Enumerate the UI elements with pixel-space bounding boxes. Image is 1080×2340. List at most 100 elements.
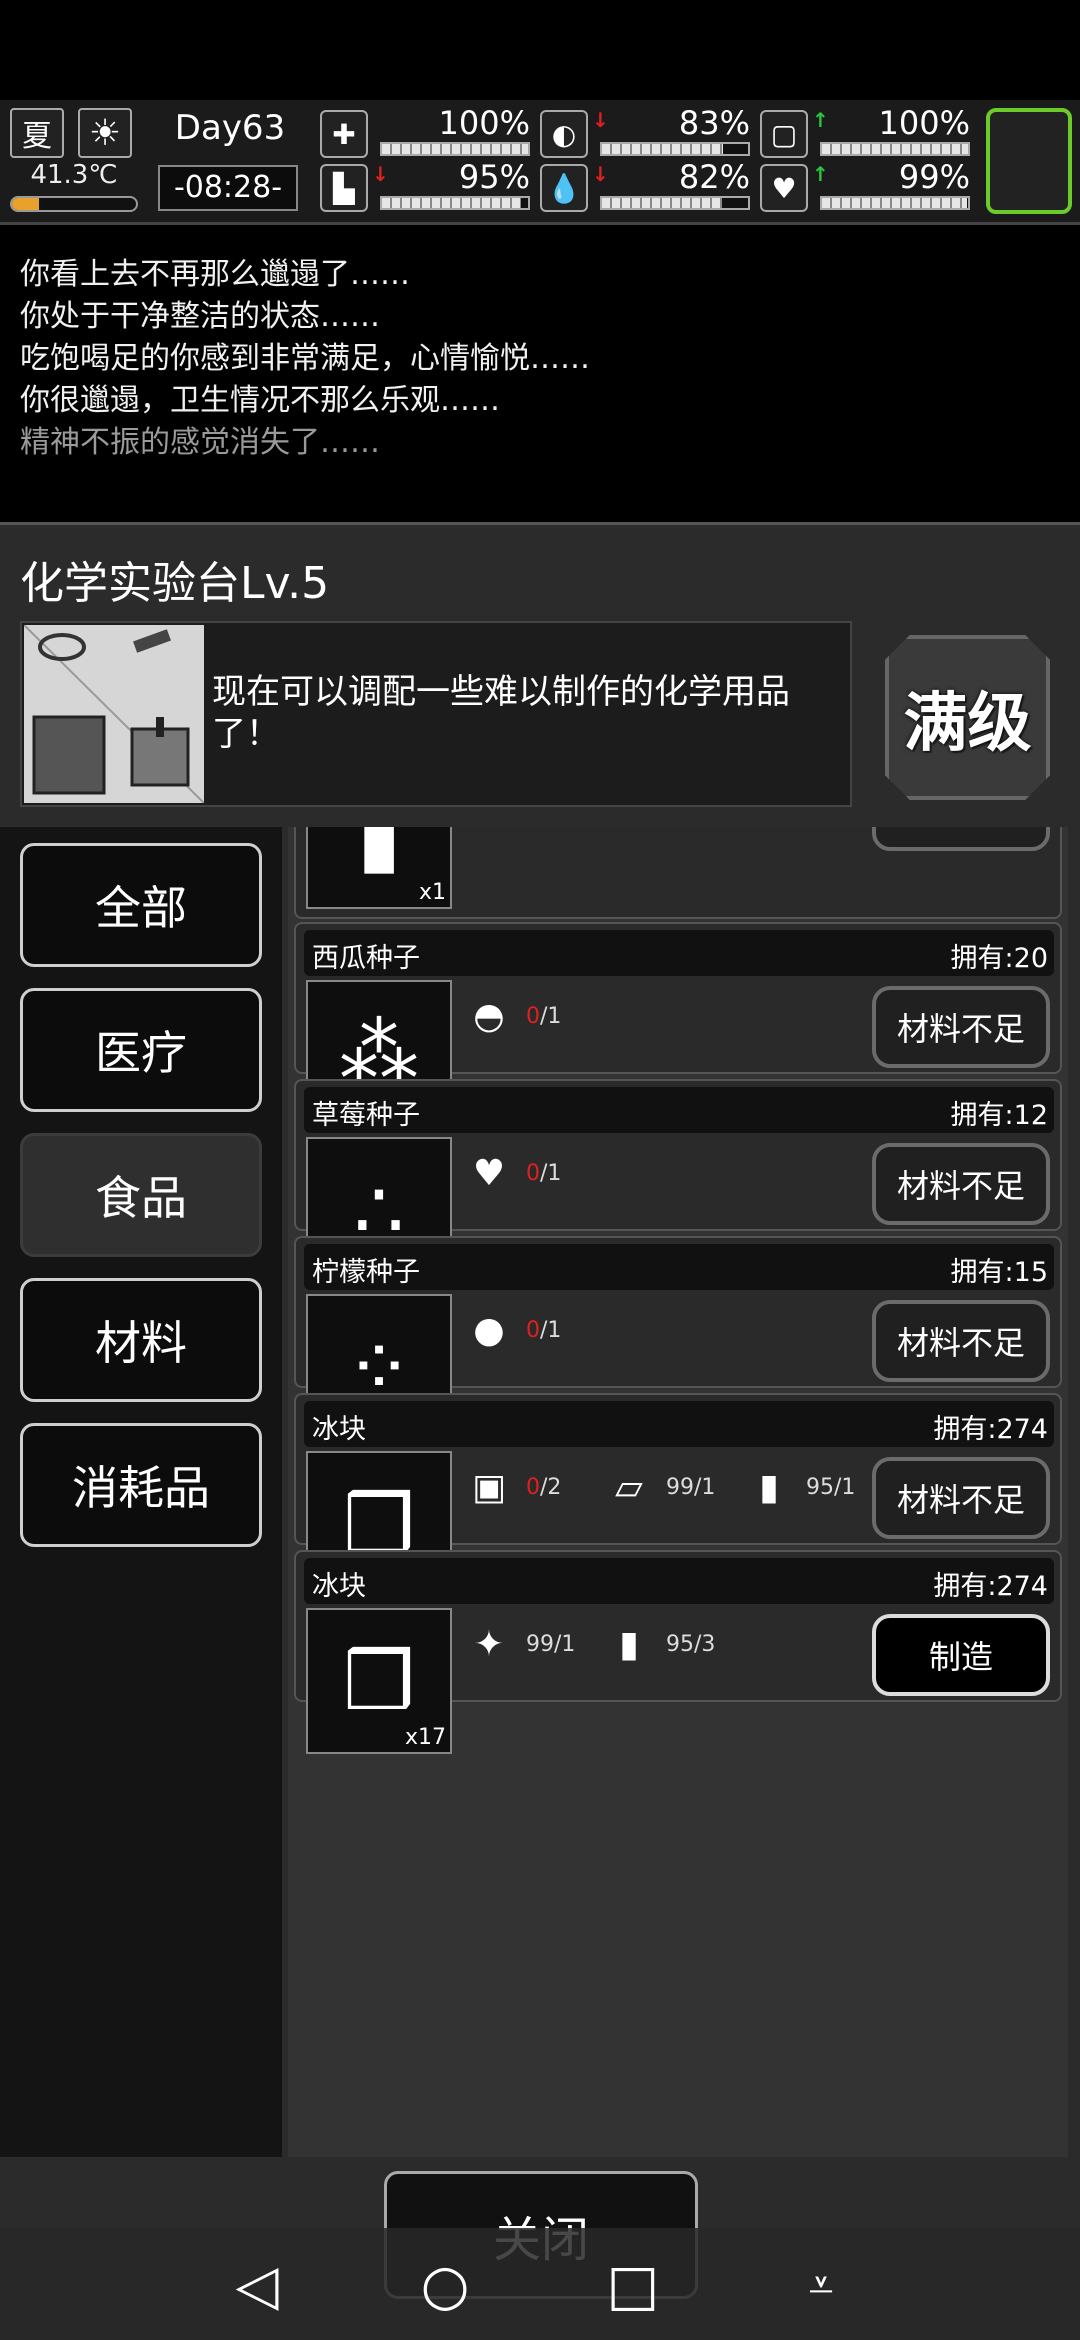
recipe-card: 西瓜种子拥有:20⁂x1◓0/1材料不足 (294, 922, 1062, 1126)
material-need: /1 (694, 1475, 716, 1500)
button-label: 材料不足 (897, 827, 1025, 833)
station-info: 现在可以调配一些难以制作的化学用品了！ (20, 621, 852, 807)
material-need: /1 (554, 1632, 576, 1657)
insufficient-materials-button[interactable]: 材料不足 (872, 986, 1050, 1068)
stomach-icon: ◐ (540, 110, 588, 158)
owned-count: 拥有:274 (933, 1414, 1048, 1445)
stat-stomach: ◐ ↓ 83% (540, 104, 750, 162)
recipe-card: 冰块拥有:274❒x5▣0/2▱99/1▮95/1材料不足 (294, 1393, 1062, 1597)
stat-bar-fill (822, 198, 967, 208)
stat-bar (820, 196, 970, 210)
recipe-header: 冰块 拥有:274 (304, 1401, 1054, 1447)
button-label: 制造 (928, 1638, 993, 1676)
category-label: 材料 (95, 1316, 187, 1370)
button-label: 材料不足 (896, 1481, 1025, 1519)
insufficient-materials-button[interactable]: 材料不足 (872, 1457, 1050, 1539)
category-consumables-button[interactable]: 消耗品 (20, 1423, 262, 1547)
stat-bar-fill (602, 144, 724, 154)
log-line: 你处于干净整洁的状态…… (20, 299, 380, 334)
stat-toilet: ▢ ↑ 100% (760, 104, 970, 162)
recipe-header: 西瓜种子 拥有:20 (304, 930, 1054, 976)
back-icon[interactable]: ◁ (222, 2250, 292, 2320)
home-icon[interactable]: ○ (410, 2250, 480, 2320)
stat-value: 99% (898, 158, 970, 196)
category-label: 消耗品 (72, 1461, 210, 1515)
max-level-badge: 满级 (885, 635, 1050, 800)
water-bottle-icon: ▮ (619, 1624, 639, 1665)
category-sidebar: 全部 医疗 食品 材料 消耗品 (0, 827, 282, 2157)
temperature-bar-fill (12, 198, 40, 210)
towel-icon: ▱ (615, 1467, 643, 1508)
lab-table-image (24, 625, 204, 803)
stat-value: 82% (678, 158, 750, 196)
season-badge: 夏 (10, 108, 64, 158)
menu-down-icon[interactable]: ⩡ (786, 2250, 856, 2320)
owned-count: 拥有:20 (950, 943, 1048, 974)
owned-count: 拥有:15 (950, 1257, 1048, 1288)
recipe-name: 冰块 (312, 1414, 366, 1445)
material-requirement: ▮ 95/1 (744, 1467, 855, 1508)
medkit-icon: ✚ (320, 110, 368, 158)
stat-value: 100% (438, 104, 530, 142)
material-need: /1 (834, 1475, 856, 1500)
stat-trend-arrow: ↓ (592, 108, 609, 132)
output-quantity: x17 (404, 1725, 446, 1750)
stat-value: 83% (678, 104, 750, 142)
category-medical-button[interactable]: 医疗 (20, 988, 262, 1112)
insufficient-materials-button[interactable]: 材料不足 (872, 1143, 1050, 1225)
recipe-list[interactable]: ▮x1▣0/3≋99/1⟋99/1材料不足西瓜种子拥有:20⁂x1◓0/1材料不… (288, 827, 1068, 2157)
category-materials-button[interactable]: 材料 (20, 1278, 262, 1402)
recipe-name: 冰块 (312, 1571, 366, 1602)
stat-value: 100% (878, 104, 970, 142)
recipe-card: 柠檬种子拥有:15⁘x1●0/1材料不足 (294, 1236, 1062, 1440)
stat-trend-arrow: ↓ (592, 162, 609, 186)
stat-boot: ▙ ↓ 95% (320, 158, 530, 216)
recipe-card: 冰块 拥有:274 ❒ x17 ✦ 99/1 ▮ 95/3 制造 (294, 1550, 1062, 1754)
material-need: /2 (540, 1475, 562, 1500)
recipe-header: 草莓种子 拥有:12 (304, 1087, 1054, 1133)
button-label: 材料不足 (896, 1167, 1025, 1205)
material-have: 99 (666, 1475, 694, 1500)
station-description: 现在可以调配一些难以制作的化学用品了！ (212, 672, 790, 754)
category-label: 全部 (95, 881, 187, 935)
water-drop-icon: 💧 (540, 164, 588, 212)
ice-icon: ❒ x17 (306, 1608, 452, 1754)
temperature-bar (10, 196, 138, 212)
toilet-icon: ▢ (760, 110, 808, 158)
material-have: 0 (526, 1475, 540, 1500)
material-requirement: ▣ 0/2 (464, 1467, 561, 1508)
heart-icon: ♥ (760, 164, 808, 212)
stat-medkit: ✚ 100% (320, 104, 530, 162)
recents-icon[interactable]: □ (598, 2250, 668, 2320)
stat-bar-fill (382, 198, 521, 208)
material-requirement: ▮ 95/3 (604, 1624, 715, 1665)
stat-bar-fill (382, 144, 528, 154)
output-quantity: x1 (418, 880, 446, 905)
log-line: 吃饱喝足的你感到非常满足，心情愉悦…… (20, 341, 590, 376)
material-have: 0 (526, 1318, 540, 1343)
owned-count: 拥有:274 (933, 1571, 1048, 1602)
insufficient-materials-button[interactable]: 材料不足 (872, 827, 1050, 851)
material-requirement: ✦ 99/1 (464, 1624, 576, 1665)
category-all-button[interactable]: 全部 (20, 843, 262, 967)
category-food-button[interactable]: 食品 (20, 1133, 262, 1257)
material-have: 0 (526, 1161, 540, 1186)
boot-icon: ▙ (320, 164, 368, 212)
recipe-header: 冰块 拥有:274 (304, 1558, 1054, 1604)
day-counter: Day63 (174, 108, 286, 148)
stat-trend-arrow: ↑ (812, 108, 829, 132)
game-clock: -08:28- (158, 165, 298, 211)
stat-water-drop: 💧 ↓ 82% (540, 158, 750, 216)
button-label: 材料不足 (896, 1010, 1025, 1048)
recipe-card: ▮x1▣0/3≋99/1⟋99/1材料不足 (294, 827, 1062, 919)
stat-bar (380, 142, 530, 156)
bottle-icon: ▮ x1 (306, 827, 452, 909)
insufficient-materials-button[interactable]: 材料不足 (872, 1300, 1050, 1382)
temperature-label: 41.3℃ (30, 160, 118, 190)
recipe-name: 草莓种子 (312, 1100, 420, 1131)
watermelon-icon: ◓ (473, 996, 505, 1037)
craft-button[interactable]: 制造 (872, 1614, 1050, 1696)
equipped-item-slot[interactable] (986, 108, 1072, 214)
log-line: 精神不振的感觉消失了…… (20, 425, 380, 460)
button-label: 材料不足 (896, 1324, 1025, 1362)
